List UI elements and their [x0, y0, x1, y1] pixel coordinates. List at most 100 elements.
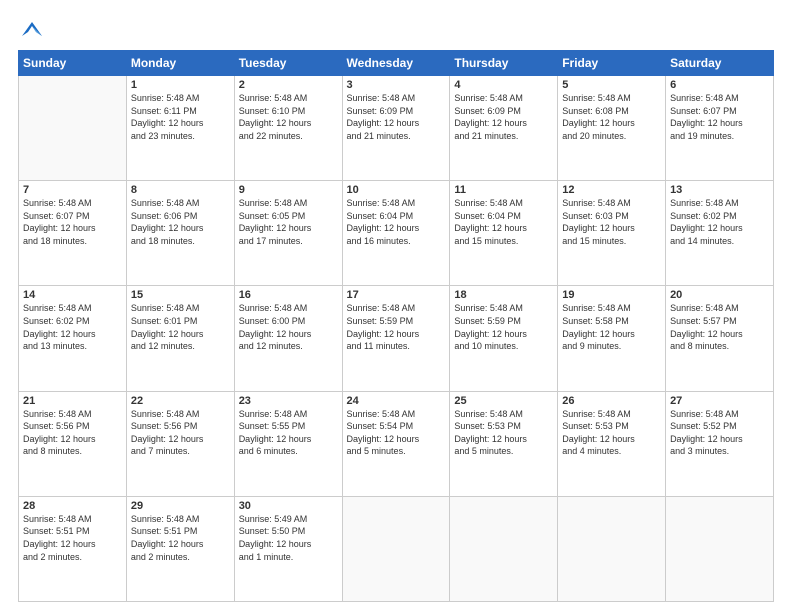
week-row-4: 21Sunrise: 5:48 AM Sunset: 5:56 PM Dayli… [19, 391, 774, 496]
day-info: Sunrise: 5:48 AM Sunset: 6:06 PM Dayligh… [131, 197, 230, 247]
logo-icon [18, 18, 46, 40]
day-info: Sunrise: 5:48 AM Sunset: 6:10 PM Dayligh… [239, 92, 338, 142]
day-number: 7 [23, 184, 122, 196]
calendar-table: SundayMondayTuesdayWednesdayThursdayFrid… [18, 50, 774, 602]
day-number: 17 [347, 289, 446, 301]
day-cell: 12Sunrise: 5:48 AM Sunset: 6:03 PM Dayli… [558, 181, 666, 286]
day-cell: 13Sunrise: 5:48 AM Sunset: 6:02 PM Dayli… [666, 181, 774, 286]
day-number: 9 [239, 184, 338, 196]
day-info: Sunrise: 5:48 AM Sunset: 5:58 PM Dayligh… [562, 302, 661, 352]
day-info: Sunrise: 5:48 AM Sunset: 6:09 PM Dayligh… [347, 92, 446, 142]
day-cell: 10Sunrise: 5:48 AM Sunset: 6:04 PM Dayli… [342, 181, 450, 286]
day-number: 14 [23, 289, 122, 301]
day-cell: 7Sunrise: 5:48 AM Sunset: 6:07 PM Daylig… [19, 181, 127, 286]
day-number: 19 [562, 289, 661, 301]
day-number: 5 [562, 79, 661, 91]
day-number: 2 [239, 79, 338, 91]
day-info: Sunrise: 5:48 AM Sunset: 5:57 PM Dayligh… [670, 302, 769, 352]
day-header-sunday: Sunday [19, 51, 127, 76]
day-info: Sunrise: 5:48 AM Sunset: 6:11 PM Dayligh… [131, 92, 230, 142]
day-info: Sunrise: 5:48 AM Sunset: 5:51 PM Dayligh… [131, 513, 230, 563]
header [18, 18, 774, 40]
day-info: Sunrise: 5:48 AM Sunset: 5:56 PM Dayligh… [131, 408, 230, 458]
day-cell: 1Sunrise: 5:48 AM Sunset: 6:11 PM Daylig… [126, 76, 234, 181]
day-number: 24 [347, 395, 446, 407]
day-number: 10 [347, 184, 446, 196]
day-cell: 28Sunrise: 5:48 AM Sunset: 5:51 PM Dayli… [19, 496, 127, 601]
day-cell: 22Sunrise: 5:48 AM Sunset: 5:56 PM Dayli… [126, 391, 234, 496]
day-info: Sunrise: 5:48 AM Sunset: 5:53 PM Dayligh… [454, 408, 553, 458]
day-number: 30 [239, 500, 338, 512]
day-info: Sunrise: 5:48 AM Sunset: 6:05 PM Dayligh… [239, 197, 338, 247]
week-row-5: 28Sunrise: 5:48 AM Sunset: 5:51 PM Dayli… [19, 496, 774, 601]
day-cell: 6Sunrise: 5:48 AM Sunset: 6:07 PM Daylig… [666, 76, 774, 181]
day-number: 25 [454, 395, 553, 407]
day-cell: 14Sunrise: 5:48 AM Sunset: 6:02 PM Dayli… [19, 286, 127, 391]
day-info: Sunrise: 5:48 AM Sunset: 6:01 PM Dayligh… [131, 302, 230, 352]
day-number: 1 [131, 79, 230, 91]
day-cell: 21Sunrise: 5:48 AM Sunset: 5:56 PM Dayli… [19, 391, 127, 496]
day-header-thursday: Thursday [450, 51, 558, 76]
day-number: 12 [562, 184, 661, 196]
day-info: Sunrise: 5:48 AM Sunset: 6:00 PM Dayligh… [239, 302, 338, 352]
week-row-1: 1Sunrise: 5:48 AM Sunset: 6:11 PM Daylig… [19, 76, 774, 181]
day-number: 16 [239, 289, 338, 301]
day-info: Sunrise: 5:48 AM Sunset: 5:54 PM Dayligh… [347, 408, 446, 458]
day-cell: 24Sunrise: 5:48 AM Sunset: 5:54 PM Dayli… [342, 391, 450, 496]
day-cell: 5Sunrise: 5:48 AM Sunset: 6:08 PM Daylig… [558, 76, 666, 181]
day-info: Sunrise: 5:48 AM Sunset: 6:07 PM Dayligh… [670, 92, 769, 142]
day-info: Sunrise: 5:48 AM Sunset: 5:59 PM Dayligh… [347, 302, 446, 352]
day-header-wednesday: Wednesday [342, 51, 450, 76]
day-cell: 16Sunrise: 5:48 AM Sunset: 6:00 PM Dayli… [234, 286, 342, 391]
day-cell [558, 496, 666, 601]
day-info: Sunrise: 5:48 AM Sunset: 6:07 PM Dayligh… [23, 197, 122, 247]
day-info: Sunrise: 5:48 AM Sunset: 6:08 PM Dayligh… [562, 92, 661, 142]
day-cell [666, 496, 774, 601]
day-cell: 23Sunrise: 5:48 AM Sunset: 5:55 PM Dayli… [234, 391, 342, 496]
day-cell: 9Sunrise: 5:48 AM Sunset: 6:05 PM Daylig… [234, 181, 342, 286]
day-cell: 3Sunrise: 5:48 AM Sunset: 6:09 PM Daylig… [342, 76, 450, 181]
day-cell: 25Sunrise: 5:48 AM Sunset: 5:53 PM Dayli… [450, 391, 558, 496]
calendar-header-row: SundayMondayTuesdayWednesdayThursdayFrid… [19, 51, 774, 76]
day-info: Sunrise: 5:48 AM Sunset: 5:56 PM Dayligh… [23, 408, 122, 458]
day-info: Sunrise: 5:48 AM Sunset: 5:53 PM Dayligh… [562, 408, 661, 458]
day-info: Sunrise: 5:48 AM Sunset: 6:09 PM Dayligh… [454, 92, 553, 142]
day-info: Sunrise: 5:48 AM Sunset: 5:55 PM Dayligh… [239, 408, 338, 458]
day-number: 13 [670, 184, 769, 196]
day-info: Sunrise: 5:48 AM Sunset: 6:02 PM Dayligh… [23, 302, 122, 352]
day-number: 8 [131, 184, 230, 196]
day-cell: 19Sunrise: 5:48 AM Sunset: 5:58 PM Dayli… [558, 286, 666, 391]
day-cell [342, 496, 450, 601]
day-info: Sunrise: 5:48 AM Sunset: 6:02 PM Dayligh… [670, 197, 769, 247]
day-number: 21 [23, 395, 122, 407]
day-header-tuesday: Tuesday [234, 51, 342, 76]
day-number: 3 [347, 79, 446, 91]
day-cell: 8Sunrise: 5:48 AM Sunset: 6:06 PM Daylig… [126, 181, 234, 286]
day-number: 27 [670, 395, 769, 407]
day-header-friday: Friday [558, 51, 666, 76]
day-cell: 27Sunrise: 5:48 AM Sunset: 5:52 PM Dayli… [666, 391, 774, 496]
day-number: 6 [670, 79, 769, 91]
day-number: 23 [239, 395, 338, 407]
day-cell: 15Sunrise: 5:48 AM Sunset: 6:01 PM Dayli… [126, 286, 234, 391]
day-number: 20 [670, 289, 769, 301]
day-info: Sunrise: 5:48 AM Sunset: 6:04 PM Dayligh… [454, 197, 553, 247]
day-cell: 26Sunrise: 5:48 AM Sunset: 5:53 PM Dayli… [558, 391, 666, 496]
day-cell: 18Sunrise: 5:48 AM Sunset: 5:59 PM Dayli… [450, 286, 558, 391]
day-number: 18 [454, 289, 553, 301]
day-cell: 11Sunrise: 5:48 AM Sunset: 6:04 PM Dayli… [450, 181, 558, 286]
day-cell: 29Sunrise: 5:48 AM Sunset: 5:51 PM Dayli… [126, 496, 234, 601]
day-header-saturday: Saturday [666, 51, 774, 76]
day-cell: 17Sunrise: 5:48 AM Sunset: 5:59 PM Dayli… [342, 286, 450, 391]
day-number: 15 [131, 289, 230, 301]
logo [18, 18, 50, 40]
day-cell: 2Sunrise: 5:48 AM Sunset: 6:10 PM Daylig… [234, 76, 342, 181]
day-number: 26 [562, 395, 661, 407]
day-number: 22 [131, 395, 230, 407]
day-cell: 30Sunrise: 5:49 AM Sunset: 5:50 PM Dayli… [234, 496, 342, 601]
day-info: Sunrise: 5:48 AM Sunset: 5:52 PM Dayligh… [670, 408, 769, 458]
day-cell: 20Sunrise: 5:48 AM Sunset: 5:57 PM Dayli… [666, 286, 774, 391]
day-info: Sunrise: 5:49 AM Sunset: 5:50 PM Dayligh… [239, 513, 338, 563]
day-cell: 4Sunrise: 5:48 AM Sunset: 6:09 PM Daylig… [450, 76, 558, 181]
page: SundayMondayTuesdayWednesdayThursdayFrid… [0, 0, 792, 612]
